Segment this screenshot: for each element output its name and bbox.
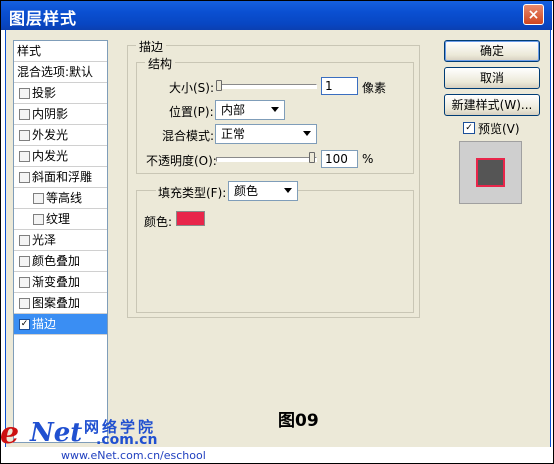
effect-label: 渐变叠加 bbox=[32, 275, 81, 289]
effect-label: 投影 bbox=[32, 86, 57, 100]
effect-checkbox[interactable] bbox=[33, 193, 44, 204]
ok-button[interactable]: 确定 bbox=[444, 40, 540, 62]
opacity-label: 不透明度(O): bbox=[146, 154, 217, 168]
effect-checkbox[interactable] bbox=[19, 256, 30, 267]
effect-checkbox[interactable] bbox=[33, 214, 44, 225]
effect-label: 内发光 bbox=[32, 149, 69, 163]
preview-checkbox[interactable]: ✓ bbox=[463, 122, 475, 134]
effect-item[interactable]: 外发光 bbox=[14, 125, 107, 146]
effect-checkbox[interactable] bbox=[19, 235, 30, 246]
opacity-slider-thumb[interactable] bbox=[309, 152, 315, 163]
effect-checkbox[interactable]: ✓ bbox=[19, 319, 30, 330]
title-bar[interactable]: 图层样式 × bbox=[1, 1, 552, 30]
chevron-down-icon bbox=[271, 107, 279, 112]
size-slider-thumb[interactable] bbox=[216, 80, 222, 91]
effect-label: 颜色叠加 bbox=[32, 254, 81, 268]
new-style-button[interactable]: 新建样式(W)... bbox=[444, 94, 540, 116]
effect-checkbox[interactable] bbox=[19, 172, 30, 183]
cancel-button[interactable]: 取消 bbox=[444, 67, 540, 89]
opacity-unit: % bbox=[362, 152, 374, 166]
fill-type-select-value: 颜色 bbox=[234, 184, 259, 198]
effect-item[interactable]: 图案叠加 bbox=[14, 293, 107, 314]
opacity-slider-track[interactable] bbox=[216, 157, 317, 162]
effect-item[interactable]: 等高线 bbox=[14, 188, 107, 209]
effect-item[interactable]: 颜色叠加 bbox=[14, 251, 107, 272]
structure-group-title: 结构 bbox=[145, 55, 176, 72]
effect-item[interactable]: 内发光 bbox=[14, 146, 107, 167]
blend-mode-select-value: 正常 bbox=[221, 127, 246, 141]
watermark-logo-com: .com.cn bbox=[96, 432, 158, 448]
blend-mode-select[interactable]: 正常 bbox=[215, 124, 317, 144]
window-title: 图层样式 bbox=[9, 9, 78, 28]
effect-item[interactable]: 光泽 bbox=[14, 230, 107, 251]
effect-checkbox[interactable] bbox=[19, 109, 30, 120]
chevron-down-icon bbox=[303, 131, 311, 136]
chevron-down-icon bbox=[284, 188, 292, 193]
watermark-url: www.eNet.com.cn/eschool bbox=[61, 449, 206, 462]
size-slider-track[interactable] bbox=[216, 84, 317, 89]
effect-item[interactable]: ✓ 描边 bbox=[14, 314, 107, 335]
effect-item[interactable]: 内阴影 bbox=[14, 104, 107, 125]
close-button[interactable]: × bbox=[523, 4, 544, 25]
size-unit: 像素 bbox=[362, 81, 387, 95]
effect-label: 图案叠加 bbox=[32, 296, 81, 310]
position-select[interactable]: 内部 bbox=[215, 100, 285, 120]
preview-label: 预览(V) bbox=[478, 122, 520, 136]
effect-label: 纹理 bbox=[46, 212, 71, 226]
figure-label: 图09 bbox=[278, 411, 319, 431]
effect-item[interactable]: 渐变叠加 bbox=[14, 272, 107, 293]
stroke-color-swatch[interactable] bbox=[176, 211, 205, 226]
effect-item[interactable]: 投影 bbox=[14, 83, 107, 104]
styles-list-header[interactable]: 样式 bbox=[14, 41, 107, 62]
effect-label: 等高线 bbox=[46, 191, 83, 205]
stroke-group-title: 描边 bbox=[136, 38, 167, 55]
effect-checkbox[interactable] bbox=[19, 298, 30, 309]
watermark-logo-e: e bbox=[0, 416, 20, 451]
style-preview bbox=[459, 141, 522, 204]
size-input[interactable]: 1 bbox=[321, 77, 358, 95]
fill-type-select[interactable]: 颜色 bbox=[228, 181, 298, 201]
effect-item[interactable]: 纹理 bbox=[14, 209, 107, 230]
effect-label: 内阴影 bbox=[32, 107, 69, 121]
position-label: 位置(P): bbox=[169, 105, 214, 119]
styles-list: 样式 混合选项:默认 投影内阴影外发光内发光斜面和浮雕等高线纹理光泽颜色叠加渐变… bbox=[13, 40, 108, 443]
effect-label: 光泽 bbox=[32, 233, 57, 247]
color-label: 颜色: bbox=[144, 215, 173, 229]
size-label: 大小(S): bbox=[169, 81, 215, 95]
styles-header-label: 样式 bbox=[17, 44, 42, 58]
position-select-value: 内部 bbox=[221, 103, 246, 117]
fill-group bbox=[136, 190, 414, 313]
effect-item[interactable]: 斜面和浮雕 bbox=[14, 167, 107, 188]
effect-checkbox[interactable] bbox=[19, 277, 30, 288]
effect-label: 外发光 bbox=[32, 128, 69, 142]
preview-thumbnail bbox=[476, 158, 505, 187]
effect-label: 斜面和浮雕 bbox=[32, 170, 93, 184]
opacity-input[interactable]: 100 bbox=[321, 150, 358, 168]
watermark-bar: www.eNet.com.cn/eschool bbox=[1, 447, 552, 463]
watermark-logo-net: Net bbox=[30, 418, 83, 448]
effect-checkbox[interactable] bbox=[19, 130, 30, 141]
effect-checkbox[interactable] bbox=[19, 151, 30, 162]
blend-mode-label: 混合模式: bbox=[162, 129, 215, 143]
effect-checkbox[interactable] bbox=[19, 88, 30, 99]
blending-options-label: 混合选项:默认 bbox=[17, 65, 94, 79]
blending-options-item[interactable]: 混合选项:默认 bbox=[14, 62, 107, 83]
fill-type-label: 填充类型(F): bbox=[156, 184, 229, 201]
effect-label: 描边 bbox=[32, 317, 57, 331]
